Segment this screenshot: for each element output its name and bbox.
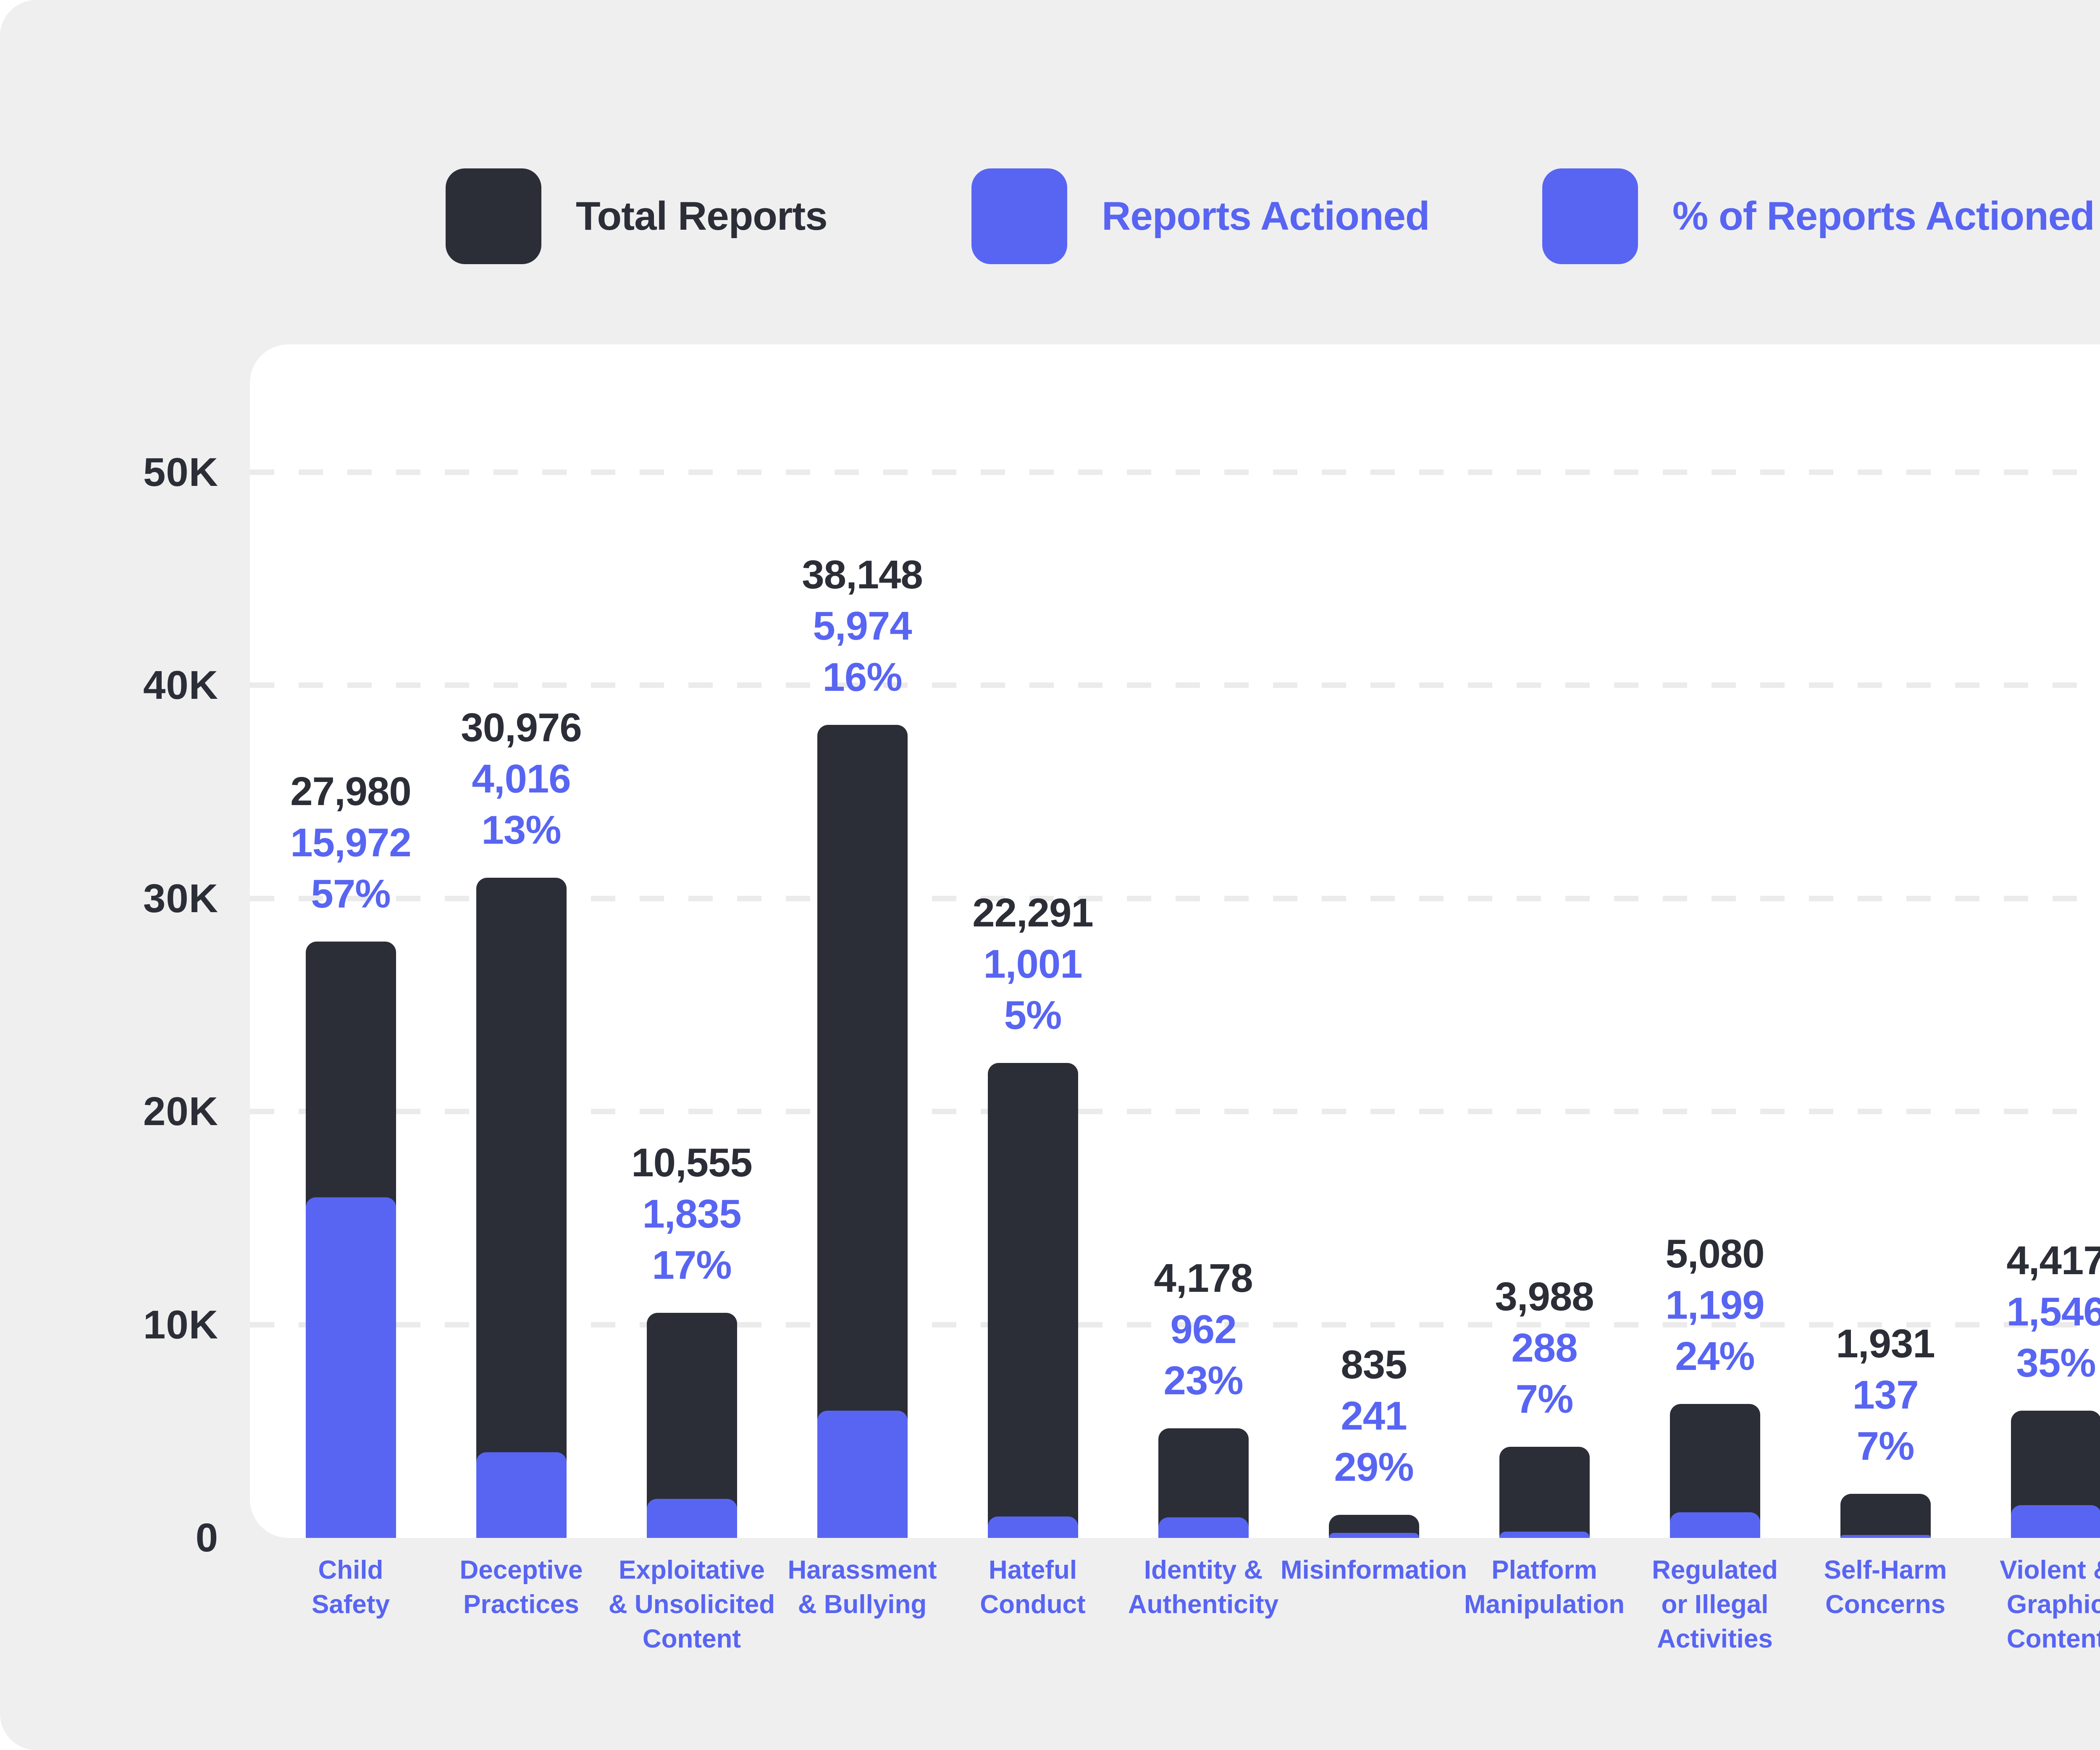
blurple-square-swatch-icon bbox=[1542, 168, 1638, 264]
y-axis-tick-0: 0 bbox=[0, 1512, 218, 1564]
y-axis-tick-50K: 50K bbox=[0, 446, 218, 499]
bar-actioned-exploitative-unsolicited-content bbox=[647, 1499, 737, 1538]
bar-total-hateful-conduct bbox=[988, 1063, 1078, 1538]
label-pct: 5% bbox=[898, 990, 1167, 1041]
label-actioned: 1,546 bbox=[1922, 1286, 2100, 1338]
report-panel: Total Reports Reports Actioned % of Repo… bbox=[0, 0, 2100, 1750]
bar-total-platform-manipulation bbox=[1499, 1447, 1590, 1538]
bar-value-label-exploitative-unsolicited-content: 10,5551,83517% bbox=[557, 1137, 826, 1291]
label-actioned: 1,175 bbox=[2092, 1321, 2100, 1372]
bar-actioned-deceptive-practices bbox=[476, 1452, 567, 1538]
blurple-square-swatch-icon bbox=[971, 168, 1067, 264]
category-label-violent-graphic-content: Violent &GraphicContent bbox=[1934, 1553, 2100, 1656]
legend-label-reports-actioned: Reports Actioned bbox=[1102, 193, 1430, 239]
legend-label-pct-reports-actioned: % of Reports Actioned bbox=[1672, 193, 2095, 239]
label-pct: 35% bbox=[1922, 1338, 2100, 1389]
label-total: 3,171 bbox=[2092, 1270, 2100, 1321]
bar-actioned-hateful-conduct bbox=[988, 1516, 1078, 1538]
label-pct: 16% bbox=[728, 652, 997, 703]
label-total: 4,417 bbox=[1922, 1235, 2100, 1286]
gridline-50K bbox=[250, 470, 2100, 475]
label-pct: 17% bbox=[557, 1240, 826, 1291]
bar-actioned-identity-authenticity bbox=[1158, 1517, 1249, 1538]
bar-actioned-misinformation bbox=[1329, 1533, 1419, 1538]
bar-value-label-deceptive-practices: 30,9764,01613% bbox=[387, 702, 656, 856]
label-actioned: 1,835 bbox=[557, 1189, 826, 1240]
label-total: 30,976 bbox=[387, 702, 656, 753]
label-actioned: 4,016 bbox=[387, 753, 656, 805]
legend-item-pct-reports-actioned: % of Reports Actioned bbox=[1542, 168, 2095, 265]
label-pct: 13% bbox=[387, 805, 656, 856]
bar-total-self-harm-concerns bbox=[1840, 1494, 1931, 1538]
bar-value-label-violent-graphic-content: 4,4171,54635% bbox=[1922, 1235, 2100, 1389]
bar-actioned-harassment-bullying bbox=[817, 1411, 908, 1538]
label-pct: 7% bbox=[1751, 1421, 2020, 1472]
label-pct: 29% bbox=[1239, 1442, 1508, 1493]
y-axis-tick-10K: 10K bbox=[0, 1299, 218, 1351]
bar-value-label-violent-extremism: 3,1711,17537% bbox=[2092, 1270, 2100, 1423]
label-actioned: 5,974 bbox=[728, 601, 997, 652]
label-pct: 57% bbox=[216, 868, 485, 920]
gridline-40K bbox=[250, 682, 2100, 688]
dark-square-swatch-icon bbox=[446, 168, 541, 264]
legend-item-reports-actioned: Reports Actioned bbox=[971, 168, 1430, 265]
label-total: 22,291 bbox=[898, 887, 1167, 939]
y-axis-tick-40K: 40K bbox=[0, 659, 218, 711]
bar-value-label-harassment-bullying: 38,1485,97416% bbox=[728, 549, 997, 703]
bar-total-deceptive-practices bbox=[476, 878, 567, 1538]
label-total: 5,080 bbox=[1580, 1228, 1849, 1280]
bar-value-label-hateful-conduct: 22,2911,0015% bbox=[898, 887, 1167, 1041]
bar-actioned-self-harm-concerns bbox=[1840, 1535, 1931, 1538]
label-actioned: 1,001 bbox=[898, 939, 1167, 990]
legend-item-total-reports: Total Reports bbox=[446, 168, 827, 265]
y-axis-tick-30K: 30K bbox=[0, 873, 218, 925]
bar-actioned-child-safety bbox=[306, 1197, 396, 1538]
label-total: 4,178 bbox=[1069, 1253, 1338, 1304]
label-total: 38,148 bbox=[728, 549, 997, 601]
label-total: 10,555 bbox=[557, 1137, 826, 1189]
bar-actioned-platform-manipulation bbox=[1499, 1532, 1590, 1538]
bar-actioned-violent-graphic-content bbox=[2011, 1505, 2100, 1538]
y-axis-tick-20K: 20K bbox=[0, 1086, 218, 1138]
bar-actioned-regulated-or-illegal-activities bbox=[1670, 1512, 1760, 1538]
legend-label-total-reports: Total Reports bbox=[576, 193, 827, 239]
label-pct: 37% bbox=[2092, 1372, 2100, 1423]
